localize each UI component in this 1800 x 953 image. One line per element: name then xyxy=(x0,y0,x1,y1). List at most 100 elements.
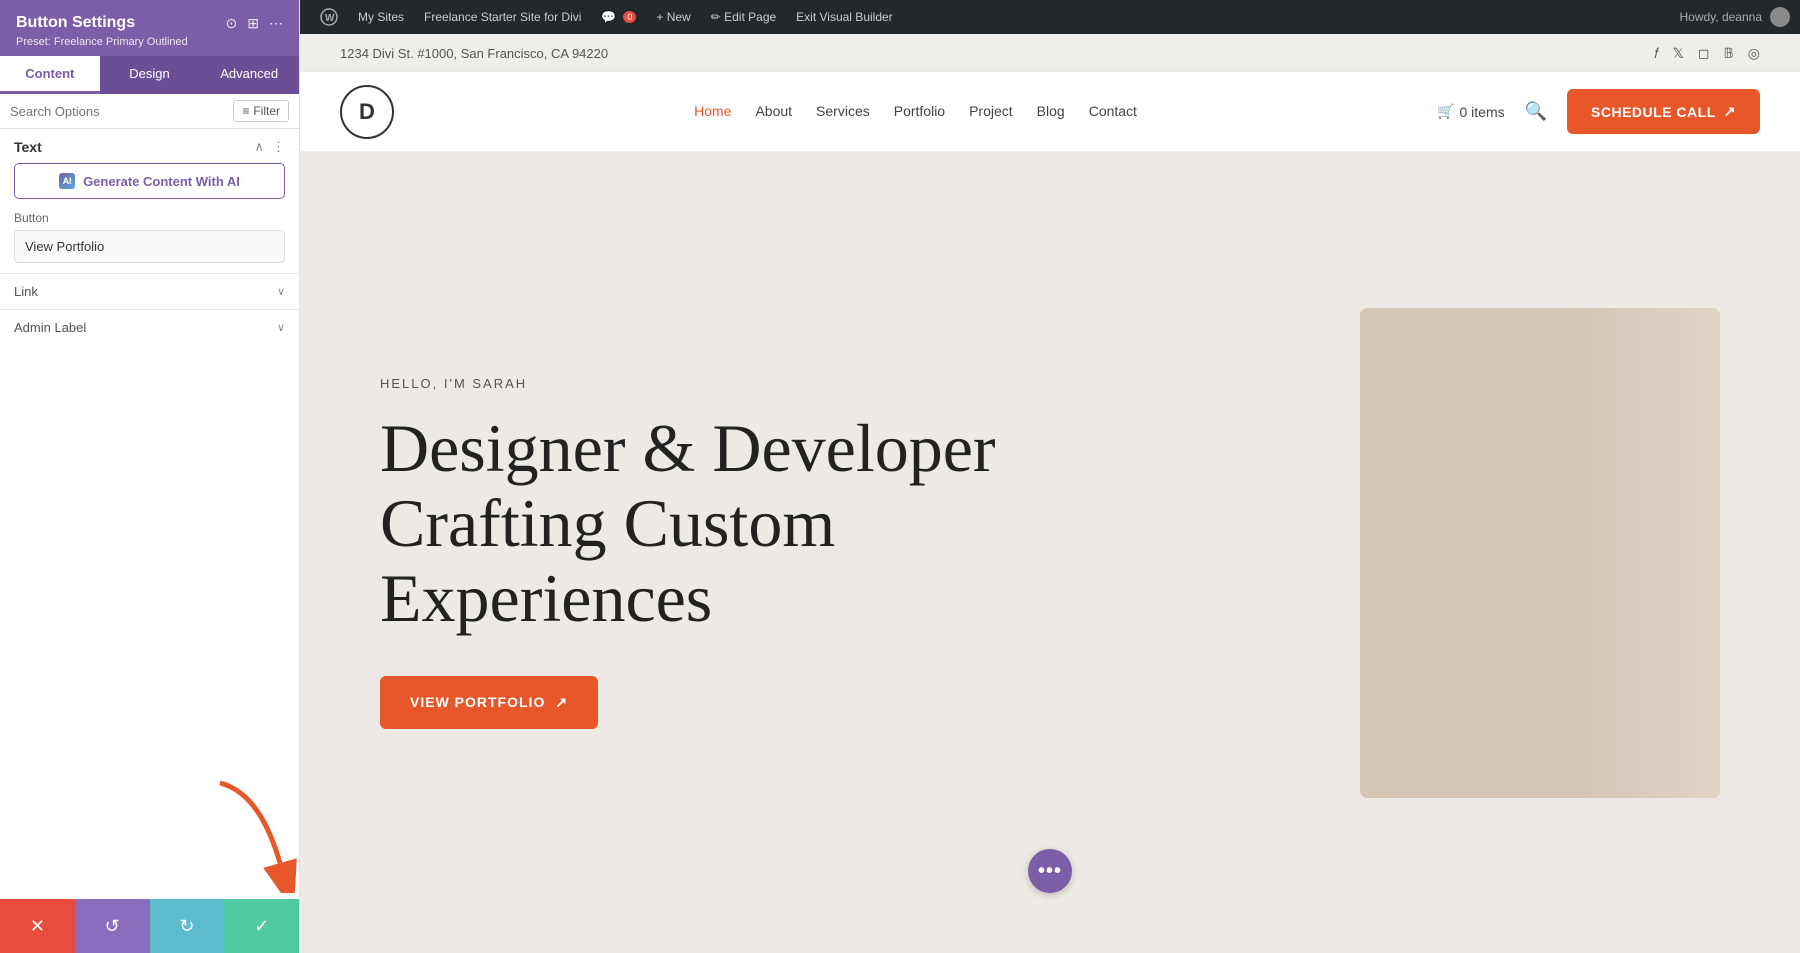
admin-bar-right: Howdy, deanna xyxy=(1680,7,1791,27)
panel-header: Button Settings ⊙ ⊞ ⋯ Preset: Freelance … xyxy=(0,0,299,56)
hero-title-line2: Crafting Custom xyxy=(380,485,835,561)
admin-bar-edit-page[interactable]: ✏ Edit Page xyxy=(701,0,786,34)
link-chevron-icon: ∨ xyxy=(277,285,285,298)
nav-link-portfolio: Portfolio xyxy=(894,103,945,119)
social-icons-group: 𝑓 𝕏 ◻ 𝔹 ◎ xyxy=(1654,45,1760,62)
view-portfolio-button[interactable]: VIEW PORTFOLIO ↗ xyxy=(380,676,598,729)
user-avatar xyxy=(1770,7,1790,27)
cart-link[interactable]: 🛒 0 items xyxy=(1437,103,1505,120)
nav-item-about[interactable]: About xyxy=(755,103,792,121)
schedule-call-button[interactable]: SCHEDULE CALL ↗ xyxy=(1567,89,1760,134)
nav-item-portfolio[interactable]: Portfolio xyxy=(894,103,945,121)
button-text-input[interactable] xyxy=(14,230,285,263)
section-more-icon[interactable]: ⋮ xyxy=(272,139,285,155)
admin-label-header[interactable]: Admin Label ∨ xyxy=(14,320,285,335)
site-address: 1234 Divi St. #1000, San Francisco, CA 9… xyxy=(340,46,608,61)
nav-link-home: Home xyxy=(694,103,731,119)
section-controls: ∧ ⋮ xyxy=(254,139,285,155)
admin-label-chevron-icon: ∨ xyxy=(277,321,285,334)
wp-logo-item[interactable]: W xyxy=(310,0,348,34)
search-row: ≡ Filter xyxy=(0,94,299,129)
undo-button[interactable]: ↺ xyxy=(75,899,150,953)
admin-label-section: Admin Label ∨ xyxy=(0,309,299,345)
comments-badge: 0 xyxy=(623,11,636,23)
hero-hello-text: HELLO, I'M SARAH xyxy=(380,376,1060,391)
facebook-icon[interactable]: 𝑓 xyxy=(1654,45,1658,62)
nav-item-contact[interactable]: Contact xyxy=(1089,103,1137,121)
search-input[interactable] xyxy=(10,104,227,119)
nav-right: 🛒 0 items 🔍 SCHEDULE CALL ↗ xyxy=(1437,89,1760,134)
hero-image xyxy=(1360,308,1720,798)
nav-link-contact: Contact xyxy=(1089,103,1137,119)
tab-content[interactable]: Content xyxy=(0,56,100,94)
filter-button[interactable]: ≡ Filter xyxy=(233,100,289,122)
ai-icon: AI xyxy=(59,173,75,189)
ai-generate-button[interactable]: AI Generate Content With AI xyxy=(14,163,285,199)
button-field-label: Button xyxy=(14,211,285,225)
logo-letter: D xyxy=(359,99,375,125)
admin-bar-comments[interactable]: 💬 0 xyxy=(591,0,646,34)
settings-icon[interactable]: ⊙ xyxy=(226,15,238,32)
hero-image-inner xyxy=(1360,308,1720,798)
tab-design[interactable]: Design xyxy=(100,56,200,94)
floating-dots-button[interactable]: ••• xyxy=(1028,849,1072,893)
site-name-label: Freelance Starter Site for Divi xyxy=(424,10,581,24)
admin-label-title: Admin Label xyxy=(14,320,86,335)
cta-label: VIEW PORTFOLIO xyxy=(410,694,545,710)
admin-bar-my-sites[interactable]: My Sites xyxy=(348,0,414,34)
cta-arrow: ↗ xyxy=(555,694,568,711)
site-logo[interactable]: D xyxy=(340,85,394,139)
link-section-header[interactable]: Link ∨ xyxy=(14,284,285,299)
text-section-title: Text xyxy=(14,139,42,155)
dribbble-icon[interactable]: ◎ xyxy=(1748,45,1760,62)
section-header-text: Text ∧ ⋮ xyxy=(14,139,285,155)
new-label: + New xyxy=(656,10,690,24)
search-icon[interactable]: 🔍 xyxy=(1525,101,1547,122)
schedule-btn-arrow: ↗ xyxy=(1724,103,1736,120)
tab-advanced[interactable]: Advanced xyxy=(199,56,299,94)
my-sites-label: My Sites xyxy=(358,10,404,24)
admin-bar-site-name[interactable]: Freelance Starter Site for Divi xyxy=(414,0,591,34)
twitter-x-icon[interactable]: 𝕏 xyxy=(1673,45,1684,62)
nav-item-home[interactable]: Home xyxy=(694,103,731,121)
admin-bar-exit-vb[interactable]: Exit Visual Builder xyxy=(786,0,903,34)
redo-button[interactable]: ↻ xyxy=(150,899,225,953)
layout-icon[interactable]: ⊞ xyxy=(247,15,259,32)
nav-links: Home About Services Portfolio Project Bl… xyxy=(694,103,1137,121)
behance-icon[interactable]: 𝔹 xyxy=(1724,45,1734,62)
edit-page-label: ✏ Edit Page xyxy=(711,10,776,24)
instagram-icon[interactable]: ◻ xyxy=(1698,45,1710,62)
filter-icon: ≡ xyxy=(242,104,249,118)
link-section-title: Link xyxy=(14,284,38,299)
site-top-bar: 1234 Divi St. #1000, San Francisco, CA 9… xyxy=(300,34,1800,72)
nav-link-blog: Blog xyxy=(1037,103,1065,119)
nav-item-project[interactable]: Project xyxy=(969,103,1013,121)
collapse-icon[interactable]: ∧ xyxy=(254,139,264,155)
cart-icon: 🛒 xyxy=(1437,103,1454,120)
hero-section: HELLO, I'M SARAH Designer & Developer Cr… xyxy=(300,152,1800,953)
panel-header-icons: ⊙ ⊞ ⋯ xyxy=(226,15,283,32)
nav-item-services[interactable]: Services xyxy=(816,103,870,121)
dots-icon: ••• xyxy=(1038,860,1062,883)
site-nav: D Home About Services Portfolio Project … xyxy=(300,72,1800,152)
save-button[interactable]: ✓ xyxy=(224,899,299,953)
exit-vb-label: Exit Visual Builder xyxy=(796,10,893,24)
panel-tabs: Content Design Advanced xyxy=(0,56,299,94)
more-icon[interactable]: ⋯ xyxy=(269,15,283,32)
cancel-button[interactable]: ✕ xyxy=(0,899,75,953)
panel-bottom-bar: ✕ ↺ ↻ ✓ xyxy=(0,899,299,953)
wp-admin-bar: W My Sites Freelance Starter Site for Di… xyxy=(300,0,1800,34)
redo-icon: ↻ xyxy=(179,916,194,937)
svg-text:W: W xyxy=(325,13,335,24)
howdy-text: Howdy, deanna xyxy=(1680,10,1763,24)
nav-item-blog[interactable]: Blog xyxy=(1037,103,1065,121)
cancel-icon: ✕ xyxy=(30,916,45,937)
panel-title: Button Settings xyxy=(16,14,135,32)
admin-bar-new[interactable]: + New xyxy=(646,0,700,34)
filter-label: Filter xyxy=(253,104,280,118)
ai-btn-label: Generate Content With AI xyxy=(83,174,240,189)
schedule-btn-label: SCHEDULE CALL xyxy=(1591,104,1716,120)
nav-link-about: About xyxy=(755,103,792,119)
hero-title: Designer & Developer Crafting Custom Exp… xyxy=(380,411,1060,635)
settings-panel: Button Settings ⊙ ⊞ ⋯ Preset: Freelance … xyxy=(0,0,300,953)
